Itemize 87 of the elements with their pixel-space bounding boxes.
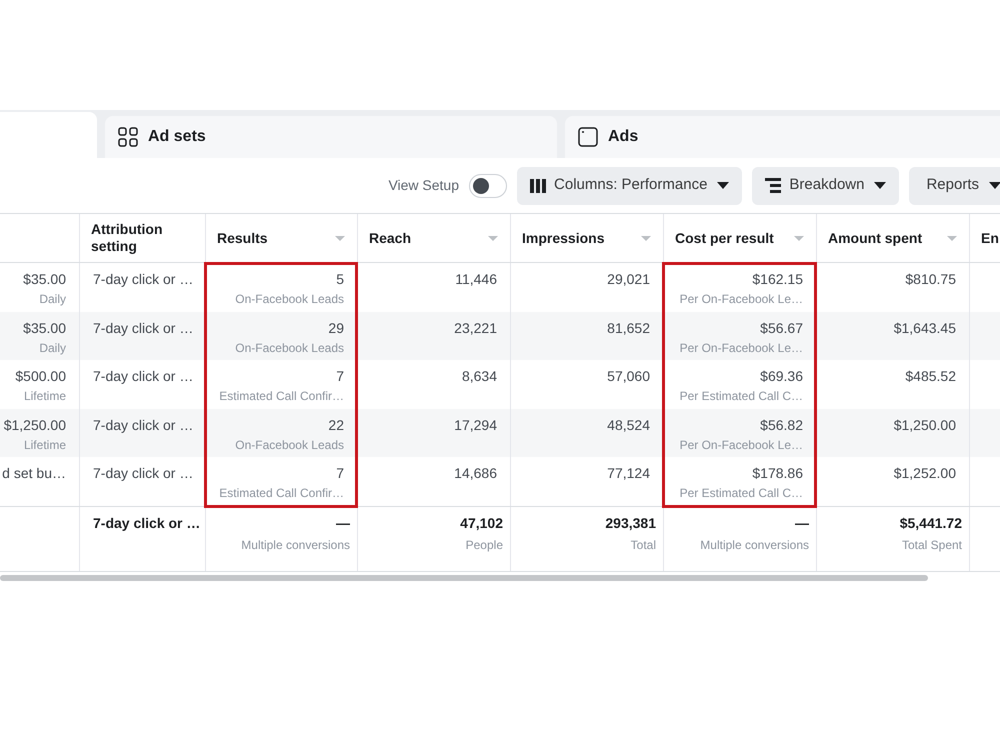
table-text: 81,652 bbox=[607, 318, 650, 338]
table-text: 77,124 bbox=[607, 464, 650, 484]
table-text: d set bu… bbox=[2, 464, 66, 484]
table-text: 8,634 bbox=[462, 367, 497, 386]
caret-down-icon bbox=[989, 182, 1000, 189]
table-text: 23,221 bbox=[454, 318, 497, 338]
table-text: $5,441.72 bbox=[900, 514, 962, 533]
table-text: $1,252.00 bbox=[894, 464, 956, 484]
table-text: 7-day click or … bbox=[93, 464, 194, 484]
table-caption: Multiple conversions bbox=[700, 536, 809, 553]
table-caption: Estimated Call Confir… bbox=[219, 485, 344, 502]
table-caption: Daily bbox=[39, 291, 66, 307]
table-text: 11,446 bbox=[455, 270, 497, 289]
table-caption: Estimated Call Confir… bbox=[219, 388, 344, 404]
table-text: 7-day click or … bbox=[93, 318, 194, 338]
table-caption: Per Estimated Call C… bbox=[680, 388, 803, 404]
table-text: 22 bbox=[328, 416, 344, 435]
column-header[interactable]: Amount spent bbox=[817, 214, 970, 262]
table-caption: Per On-Facebook Le… bbox=[680, 340, 803, 356]
columns-button[interactable]: Columns: Performance bbox=[517, 166, 742, 204]
table-text: 47,102 bbox=[460, 514, 503, 533]
column-header[interactable]: Cost per result bbox=[664, 214, 817, 262]
table-caption: Daily bbox=[39, 340, 66, 356]
table-caption: On-Facebook Leads bbox=[235, 340, 344, 356]
table-text: 57,060 bbox=[607, 367, 650, 386]
table-text: $1,643.45 bbox=[894, 318, 956, 338]
table-caption: Total Spent bbox=[902, 536, 962, 553]
table-text: 14,686 bbox=[454, 464, 497, 484]
table-caption: Per On-Facebook Le… bbox=[680, 436, 803, 453]
table-text: $1,250.00 bbox=[4, 416, 66, 435]
tab[interactable]: Ad sets bbox=[105, 116, 557, 158]
table-text: 29 bbox=[328, 318, 344, 338]
table-text: $1,250.00 bbox=[894, 416, 956, 435]
table-text: 7 bbox=[336, 464, 344, 484]
table-caption: Lifetime bbox=[24, 436, 66, 453]
scrollbar-thumb[interactable] bbox=[0, 574, 928, 581]
table-text: $178.86 bbox=[752, 464, 803, 484]
reports-button[interactable]: Reports bbox=[909, 166, 1000, 204]
column-header[interactable]: En bbox=[970, 214, 1000, 262]
table-text: $485.52 bbox=[905, 367, 956, 386]
sort-caret-icon bbox=[335, 236, 345, 240]
table-text: $162.15 bbox=[752, 270, 803, 289]
table-text: 7 bbox=[336, 367, 344, 386]
table-text: $35.00 bbox=[23, 318, 66, 338]
table-text: 7-day click or … bbox=[93, 416, 194, 435]
sort-caret-icon bbox=[641, 236, 651, 240]
table-text: — bbox=[795, 514, 809, 533]
table-caption: On-Facebook Leads bbox=[235, 436, 344, 453]
table-text: $56.67 bbox=[760, 318, 803, 338]
table-text: 48,524 bbox=[607, 416, 650, 435]
columns-icon bbox=[530, 178, 546, 192]
table-caption: Multiple conversions bbox=[241, 536, 350, 553]
sort-caret-icon bbox=[488, 236, 498, 240]
table-text: $810.75 bbox=[905, 270, 956, 289]
table-text: 17,294 bbox=[454, 416, 497, 435]
grid-icon bbox=[118, 127, 138, 147]
table-text: $69.36 bbox=[760, 367, 803, 386]
column-header[interactable]: Impressions bbox=[511, 214, 664, 262]
table-text: 29,021 bbox=[607, 270, 650, 289]
table-text: 7-day click or … bbox=[93, 514, 200, 533]
table-text: $35.00 bbox=[23, 270, 66, 289]
column-header[interactable]: Results bbox=[206, 214, 358, 262]
table-text: 7-day click or … bbox=[93, 270, 194, 289]
table-caption: Per Estimated Call C… bbox=[680, 485, 803, 502]
table-caption: Total bbox=[630, 536, 656, 553]
table-caption: Per On-Facebook Le… bbox=[680, 291, 803, 307]
toggle-switch[interactable] bbox=[469, 174, 508, 198]
table-caption: On-Facebook Leads bbox=[235, 291, 344, 307]
caret-down-icon bbox=[874, 182, 886, 189]
caret-down-icon bbox=[717, 182, 730, 189]
sort-caret-icon bbox=[794, 236, 804, 240]
table-text: 293,381 bbox=[605, 514, 656, 533]
table-text: — bbox=[336, 514, 350, 533]
table-text: 7-day click or … bbox=[93, 367, 194, 386]
window-icon bbox=[578, 127, 598, 147]
breakdown-button[interactable]: Breakdown bbox=[752, 166, 900, 204]
table-caption: People bbox=[466, 536, 503, 553]
table-text: $500.00 bbox=[15, 367, 66, 386]
stacked-bars-icon bbox=[765, 178, 782, 193]
table-caption: Lifetime bbox=[24, 388, 66, 404]
column-header[interactable]: Reach bbox=[358, 214, 511, 262]
toggle-label: View Setup bbox=[388, 176, 460, 195]
tab[interactable]: Ads bbox=[565, 116, 1000, 158]
sort-caret-icon bbox=[947, 236, 957, 240]
table-text: $56.82 bbox=[760, 416, 803, 435]
table-text: 5 bbox=[336, 270, 344, 289]
column-header[interactable]: Attribution setting bbox=[80, 214, 206, 262]
